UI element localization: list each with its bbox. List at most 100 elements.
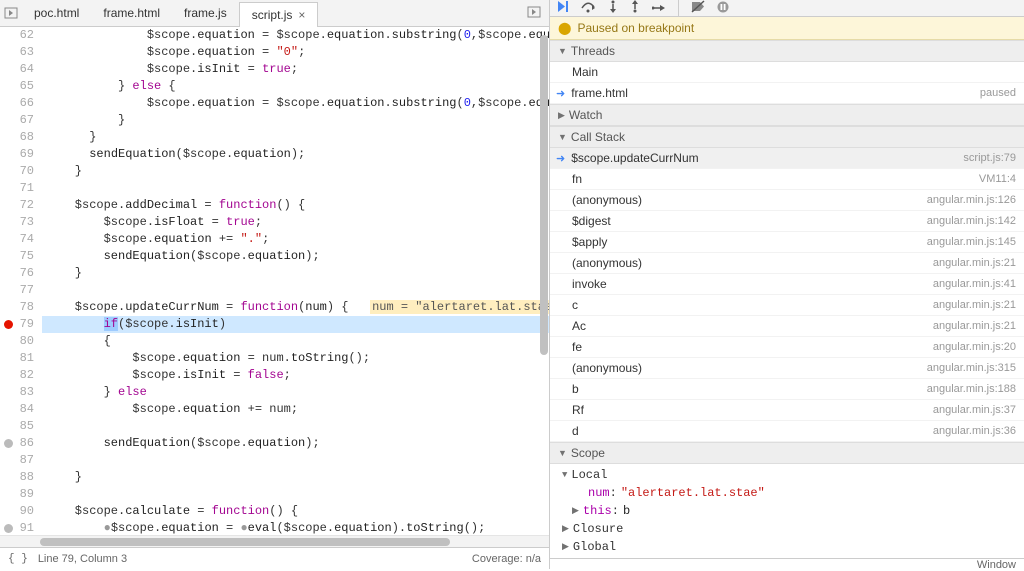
tab-frame-html[interactable]: frame.html [91, 1, 172, 26]
callstack-frame[interactable]: cangular.min.js:21 [550, 295, 1024, 316]
code-line[interactable]: $scope.equation = "0"; [42, 44, 549, 61]
warning-icon: ⬤ [558, 21, 571, 35]
vertical-scrollbar[interactable] [539, 27, 549, 535]
breakpoint-marker[interactable] [4, 439, 13, 448]
threads-label: Threads [571, 44, 615, 58]
callstack-frame[interactable]: bangular.min.js:188 [550, 379, 1024, 400]
threads-section-header[interactable]: ▼ Threads [550, 40, 1024, 62]
callstack-frame[interactable]: feangular.min.js:20 [550, 337, 1024, 358]
code-line[interactable]: if($scope.isInit) [42, 316, 549, 333]
vertical-scroll-thumb[interactable] [540, 35, 548, 355]
paused-banner: ⬤ Paused on breakpoint [550, 17, 1024, 40]
code-line[interactable]: } else { [42, 78, 549, 95]
horizontal-scroll-thumb[interactable] [40, 538, 450, 546]
code-editor[interactable]: 6263646566676869707172737475767778798081… [0, 27, 549, 535]
code-line[interactable]: $scope.isInit = false; [42, 367, 549, 384]
step-icon[interactable] [652, 1, 666, 16]
source-panel: poc.htmlframe.htmlframe.jsscript.js× 626… [0, 0, 550, 569]
close-tab-icon[interactable]: × [298, 8, 305, 22]
code-line[interactable]: ●$scope.equation = ●eval($scope.equation… [42, 520, 549, 535]
code-line[interactable] [42, 452, 549, 469]
thread-row[interactable]: ➜frame.htmlpaused [550, 83, 1024, 104]
debugger-toolbar [550, 0, 1024, 17]
callstack-frame[interactable]: (anonymous)angular.min.js:126 [550, 190, 1024, 211]
code-line[interactable] [42, 180, 549, 197]
callstack-frame[interactable]: (anonymous)angular.min.js:21 [550, 253, 1024, 274]
tab-navigate-icon[interactable] [0, 1, 22, 25]
coverage-status: Coverage: n/a [472, 553, 541, 565]
collapse-icon: ▼ [558, 132, 567, 142]
code-area[interactable]: $scope.equation = $scope.equation.substr… [42, 27, 549, 535]
current-thread-icon: ➜ [556, 87, 565, 100]
scope-variable-num[interactable]: num: "alertaret.lat.stae" [550, 484, 1024, 502]
code-line[interactable]: $scope.equation += num; [42, 401, 549, 418]
toolbar-separator [678, 0, 679, 16]
code-line[interactable] [42, 486, 549, 503]
tab-poc-html[interactable]: poc.html [22, 1, 91, 26]
line-number-gutter[interactable]: 6263646566676869707172737475767778798081… [0, 27, 42, 535]
breakpoint-marker[interactable] [4, 524, 13, 533]
collapse-icon: ▼ [558, 448, 567, 458]
callstack-frame[interactable]: ➜$scope.updateCurrNumscript.js:79 [550, 148, 1024, 169]
step-out-icon[interactable] [630, 0, 640, 16]
code-line[interactable]: } [42, 265, 549, 282]
callstack-frame[interactable]: (anonymous)angular.min.js:315 [550, 358, 1024, 379]
scope-body: ▼Local num: "alertaret.lat.stae" ▶ this:… [550, 464, 1024, 558]
code-line[interactable]: $scope.calculate = function() { [42, 503, 549, 520]
deactivate-breakpoints-icon[interactable] [691, 0, 705, 16]
breakpoint-marker[interactable] [4, 320, 13, 329]
code-line[interactable]: $scope.addDecimal = function() { [42, 197, 549, 214]
scope-closure-header[interactable]: ▶Closure [550, 520, 1024, 538]
scope-global-header[interactable]: ▶Global [550, 538, 1024, 556]
scope-section-header[interactable]: ▼ Scope [550, 442, 1024, 464]
callstack-frame[interactable]: Rfangular.min.js:37 [550, 400, 1024, 421]
code-line[interactable]: } [42, 129, 549, 146]
code-line[interactable]: } [42, 112, 549, 129]
watch-section-header[interactable]: ▶ Watch [550, 104, 1024, 126]
horizontal-scrollbar[interactable] [0, 535, 549, 547]
current-frame-icon: ➜ [556, 152, 565, 165]
code-line[interactable]: $scope.isFloat = true; [42, 214, 549, 231]
code-line[interactable]: $scope.equation += "."; [42, 231, 549, 248]
debugger-bottom-bar: Window [550, 558, 1024, 571]
callstack-section-header[interactable]: ▼ Call Stack [550, 126, 1024, 148]
editor-status-bar: { } Line 79, Column 3 Coverage: n/a [0, 547, 549, 569]
paused-message: Paused on breakpoint [577, 21, 694, 35]
code-line[interactable] [42, 418, 549, 435]
code-line[interactable]: sendEquation($scope.equation); [42, 146, 549, 163]
callstack-frame[interactable]: Acangular.min.js:21 [550, 316, 1024, 337]
code-line[interactable]: sendEquation($scope.equation); [42, 248, 549, 265]
callstack-frame[interactable]: $applyangular.min.js:145 [550, 232, 1024, 253]
code-line[interactable]: sendEquation($scope.equation); [42, 435, 549, 452]
code-line[interactable]: } [42, 469, 549, 486]
callstack-frame[interactable]: $digestangular.min.js:142 [550, 211, 1024, 232]
code-line[interactable]: $scope.equation = $scope.equation.substr… [42, 95, 549, 112]
code-line[interactable]: } else [42, 384, 549, 401]
tab-overflow-icon[interactable] [519, 2, 549, 25]
collapse-icon: ▼ [558, 46, 567, 56]
code-line[interactable]: { [42, 333, 549, 350]
scope-local-header[interactable]: ▼Local [550, 466, 1024, 484]
resume-icon[interactable] [556, 0, 569, 16]
code-line[interactable] [42, 282, 549, 299]
watch-label: Watch [569, 108, 603, 122]
window-label[interactable]: Window [977, 559, 1016, 571]
callstack-label: Call Stack [571, 130, 625, 144]
tab-frame-js[interactable]: frame.js [172, 1, 239, 26]
thread-row[interactable]: Main [550, 62, 1024, 83]
step-into-icon[interactable] [608, 0, 618, 16]
cursor-position: Line 79, Column 3 [38, 553, 127, 565]
callstack-frame[interactable]: invokeangular.min.js:41 [550, 274, 1024, 295]
code-line[interactable]: } [42, 163, 549, 180]
code-line[interactable]: $scope.equation = $scope.equation.substr… [42, 27, 549, 44]
callstack-frame[interactable]: fnVM11:4 [550, 169, 1024, 190]
code-line[interactable]: $scope.equation = num.toString(); [42, 350, 549, 367]
pause-exceptions-icon[interactable] [717, 1, 729, 16]
callstack-frame[interactable]: dangular.min.js:36 [550, 421, 1024, 442]
braces-icon[interactable]: { } [8, 553, 28, 565]
code-line[interactable]: $scope.isInit = true; [42, 61, 549, 78]
tab-script-js[interactable]: script.js× [239, 2, 319, 27]
scope-variable-this[interactable]: ▶ this: b [550, 502, 1024, 520]
code-line[interactable]: $scope.updateCurrNum = function(num) { n… [42, 299, 549, 316]
step-over-icon[interactable] [581, 1, 596, 16]
